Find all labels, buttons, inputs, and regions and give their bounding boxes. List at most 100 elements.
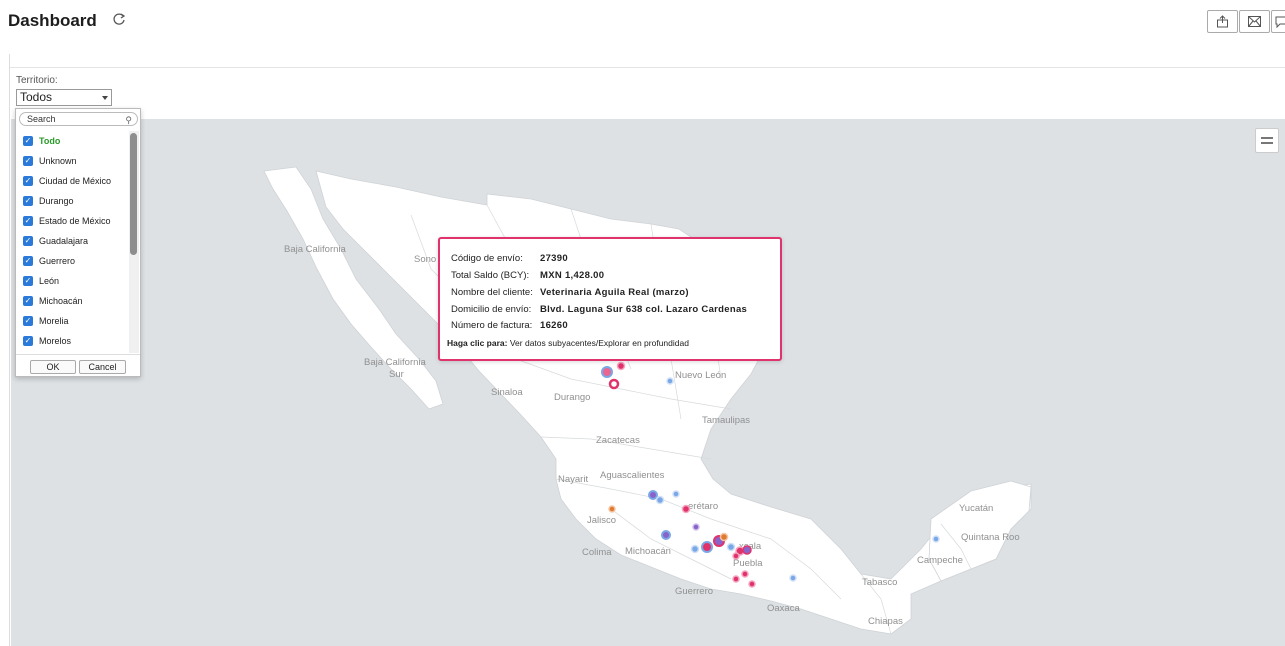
map-marker[interactable]	[726, 542, 736, 552]
label-guerrero: Guerrero	[675, 586, 713, 597]
option-unknown[interactable]: ✓ Unknown	[16, 151, 128, 171]
map-marker[interactable]	[742, 545, 752, 555]
option-todo[interactable]: ✓ Todo	[16, 131, 128, 151]
mexico-map: Baja California Sono Baja California Sur…	[263, 166, 1032, 635]
territory-option-list: ✓ Todo ✓ Unknown ✓ Ciudad de México ✓ Durang…	[16, 131, 128, 353]
territory-filter-label: Territorio:	[16, 75, 58, 86]
tooltip-footer: Haga clic para: Ver datos subyacentes/Ex…	[447, 338, 689, 348]
header-divider	[10, 67, 1285, 68]
search-input[interactable]: Search ⚲	[19, 112, 138, 126]
option-morelos[interactable]: ✓ Morelos	[16, 331, 128, 351]
checkbox-checked-icon[interactable]: ✓	[23, 316, 33, 326]
map-marker[interactable]	[701, 541, 713, 553]
label-campeche: Campeche	[917, 555, 963, 566]
map-marker[interactable]	[608, 505, 616, 513]
dropdown-footer: OK Cancel	[16, 354, 140, 377]
label-colima: Colima	[582, 547, 612, 558]
option-michoacan[interactable]: ✓ Michoacán	[16, 291, 128, 311]
checkbox-checked-icon[interactable]: ✓	[23, 296, 33, 306]
label-durango: Durango	[554, 392, 590, 403]
territory-dropdown: Search ⚲ ✓ Todo ✓ Unknown ✓ Ciudad de Méxic…	[15, 108, 141, 377]
label-nuevo-leon: Nuevo León	[675, 370, 726, 381]
tooltip-row: Número de factura: 16260	[451, 320, 568, 331]
label-oaxaca: Oaxaca	[767, 603, 800, 614]
territory-selected-value: Todos	[20, 90, 53, 104]
map-marker[interactable]	[732, 552, 740, 560]
option-leon[interactable]: ✓ León	[16, 271, 128, 291]
checkbox-checked-icon[interactable]: ✓	[23, 156, 33, 166]
checkbox-checked-icon[interactable]: ✓	[23, 196, 33, 206]
scrollbar-thumb[interactable]	[130, 133, 137, 255]
tooltip-row: Nombre del cliente: Veterinaria Aguila Re…	[451, 287, 689, 298]
map-view[interactable]: Baja California Sono Baja California Sur…	[11, 119, 1285, 646]
label-nayarit: Nayarit	[558, 474, 588, 485]
option-guadalajara[interactable]: ✓ Guadalajara	[16, 231, 128, 251]
map-marker[interactable]	[616, 361, 626, 371]
search-placeholder: Search	[27, 114, 56, 124]
checkbox-checked-icon[interactable]: ✓	[23, 176, 33, 186]
label-bcs-1: Baja California	[364, 357, 426, 368]
tooltip-row: Domicilio de envío: Blvd. Laguna Sur 638 …	[451, 304, 748, 315]
checkbox-checked-icon[interactable]: ✓	[23, 256, 33, 266]
label-bcs-2: Sur	[389, 369, 404, 380]
drill-down-link[interactable]: Ver datos subyacentes/Explorar en profun…	[510, 338, 689, 348]
map-marker[interactable]	[666, 377, 674, 385]
label-quintana-roo: Quintana Roo	[961, 532, 1020, 543]
map-marker[interactable]	[655, 495, 665, 505]
option-morelia[interactable]: ✓ Morelia	[16, 311, 128, 331]
email-icon	[1248, 16, 1261, 27]
option-estado-de-mexico[interactable]: ✓ Estado de México	[16, 211, 128, 231]
checkbox-checked-icon[interactable]: ✓	[23, 136, 33, 146]
label-aguascalientes: Aguascalientes	[600, 470, 665, 481]
label-baja-california: Baja California	[284, 244, 346, 255]
legend-icon-line	[1261, 137, 1273, 139]
cancel-button[interactable]: Cancel	[79, 360, 126, 374]
map-marker[interactable]	[719, 532, 729, 542]
email-button[interactable]	[1239, 10, 1270, 33]
map-marker[interactable]	[681, 504, 691, 514]
map-marker[interactable]	[741, 570, 749, 578]
option-ciudad-de-mexico[interactable]: ✓ Ciudad de México	[16, 171, 128, 191]
map-marker[interactable]	[601, 366, 613, 378]
map-marker[interactable]	[648, 490, 658, 500]
label-tamaulipas: Tamaulipas	[702, 415, 750, 426]
legend-toggle-button[interactable]	[1255, 128, 1279, 153]
label-michoacan: Michoacán	[625, 546, 671, 557]
map-marker[interactable]	[692, 523, 700, 531]
checkbox-checked-icon[interactable]: ✓	[23, 276, 33, 286]
dashboard-header: Dashboard	[0, 0, 1285, 54]
map-marker[interactable]	[672, 490, 680, 498]
map-marker[interactable]	[748, 580, 756, 588]
label-sonora: Sono	[414, 254, 436, 265]
map-marker[interactable]	[732, 575, 740, 583]
comment-button[interactable]	[1271, 10, 1285, 33]
ok-button[interactable]: OK	[30, 360, 76, 374]
tooltip-row: Total Saldo (BCY): MXN 1,428.00	[451, 270, 605, 281]
option-guerrero[interactable]: ✓ Guerrero	[16, 251, 128, 271]
label-queretaro: erétaro	[688, 501, 718, 512]
refresh-icon[interactable]	[112, 12, 126, 26]
option-durango[interactable]: ✓ Durango	[16, 191, 128, 211]
label-yucatan: Yucatán	[959, 503, 993, 514]
map-marker[interactable]	[789, 574, 797, 582]
map-marker[interactable]	[608, 378, 620, 390]
checkbox-checked-icon[interactable]: ✓	[23, 336, 33, 346]
dropdown-scrollbar[interactable]	[129, 131, 139, 353]
label-jalisco: Jalisco	[587, 515, 616, 526]
checkbox-checked-icon[interactable]: ✓	[23, 216, 33, 226]
export-button[interactable]	[1207, 10, 1238, 33]
search-icon: ⚲	[125, 115, 132, 125]
chevron-down-icon	[102, 96, 108, 100]
label-zacatecas: Zacatecas	[596, 435, 640, 446]
map-marker[interactable]	[690, 544, 700, 554]
legend-icon-line	[1261, 142, 1273, 144]
checkbox-checked-icon[interactable]: ✓	[23, 236, 33, 246]
label-sinaloa: Sinaloa	[491, 387, 523, 398]
export-icon	[1217, 15, 1228, 28]
label-chiapas: Chiapas	[868, 616, 903, 627]
left-gutter	[0, 54, 10, 646]
comment-icon	[1275, 16, 1285, 28]
map-marker[interactable]	[932, 535, 940, 543]
map-marker[interactable]	[661, 530, 671, 540]
territory-select[interactable]: Todos	[16, 89, 112, 106]
